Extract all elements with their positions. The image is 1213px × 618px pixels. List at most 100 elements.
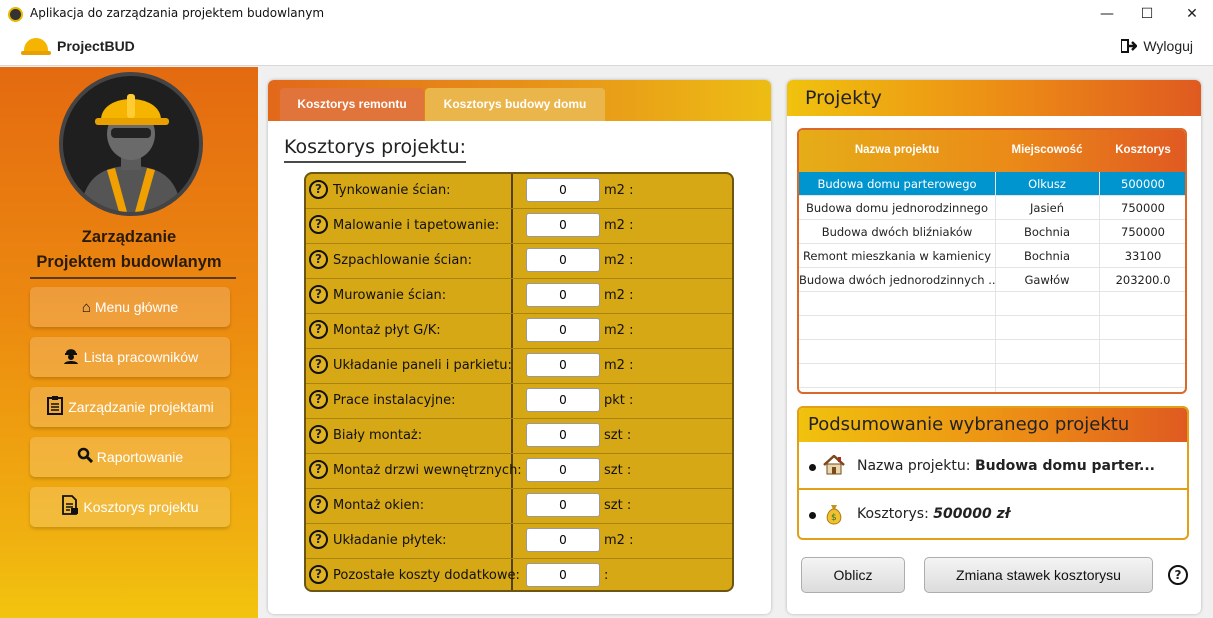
cost-row-input[interactable]: [526, 248, 600, 272]
cost-row-label: Montaż płyt G/K:: [333, 323, 441, 338]
help-icon[interactable]: ?: [309, 215, 328, 234]
summary-title: Podsumowanie wybranego projektu: [808, 414, 1130, 435]
cell-name: Budowa domu parterowego: [817, 177, 977, 191]
sidebar-item-label: Menu główne: [94, 299, 179, 315]
cell-name: Budowa dwóch bliźniaków: [821, 225, 973, 239]
close-button[interactable]: ✕: [1172, 0, 1212, 28]
window-title: Aplikacja do zarządzania projektem budow…: [30, 6, 325, 20]
help-icon[interactable]: ?: [309, 355, 328, 374]
projects-header: Projekty: [787, 80, 1201, 116]
cost-row-input[interactable]: [526, 353, 600, 377]
cost-table: ? Tynkowanie ścian: m2 : ? Malowanie i t…: [304, 172, 734, 592]
bullet-icon: [809, 512, 816, 519]
cost-row: ? Układanie płytek: m2 :: [306, 524, 732, 559]
cost-row-label: Malowanie i tapetowanie:: [333, 218, 500, 233]
projects-card: Projekty Nazwa projektu Miejscowość Kosz…: [787, 80, 1201, 614]
cost-row-label: Układanie paneli i parkietu:: [333, 358, 512, 373]
empty-table-row: [799, 340, 1185, 364]
sidebar-item-label: Raportowanie: [96, 449, 184, 465]
cost-row-input[interactable]: [526, 283, 600, 307]
document-icon: [61, 495, 79, 519]
cost-row-label: Montaż okien:: [333, 498, 425, 513]
summary-name-row: Nazwa projektu: Budowa domu parter...: [799, 444, 1187, 490]
cell-cost: 750000: [1121, 225, 1165, 239]
cell-city: Jasień: [1030, 201, 1064, 215]
help-icon[interactable]: ?: [309, 530, 328, 549]
cost-row-label: Prace instalacyjne:: [333, 393, 456, 408]
money-bag-icon: $: [823, 503, 845, 530]
sidebar-item-kosztorys-projektu[interactable]: Kosztorys projektu: [30, 487, 230, 527]
sidebar-item-label: Lista pracowników: [83, 349, 199, 365]
cell-city: Olkusz: [1028, 177, 1066, 191]
cost-row-input[interactable]: [526, 458, 600, 482]
help-icon[interactable]: ?: [309, 250, 328, 269]
table-row[interactable]: Budowa dwóch bliźniaków Bochnia 750000: [799, 220, 1185, 244]
column-header-city[interactable]: Miejscowość: [995, 144, 1099, 156]
sidebar-item-lista-pracownikow[interactable]: Lista pracowników: [30, 337, 230, 377]
help-icon[interactable]: ?: [309, 425, 328, 444]
cost-row-label: Tynkowanie ścian:: [333, 183, 451, 198]
cost-row-input[interactable]: [526, 318, 600, 342]
help-icon[interactable]: ?: [309, 495, 328, 514]
summary-cost-label: Kosztorys:: [857, 506, 929, 522]
worker-icon: [62, 346, 80, 368]
cost-row-label: Biały montaż:: [333, 428, 423, 443]
cost-row-input[interactable]: [526, 423, 600, 447]
app-icon: [8, 7, 23, 22]
table-row[interactable]: Remont mieszkania w kamienicy Bochnia 33…: [799, 244, 1185, 268]
table-row[interactable]: Budowa domu jednorodzinnego Jasień 75000…: [799, 196, 1185, 220]
help-icon[interactable]: ?: [309, 320, 328, 339]
cost-row-input[interactable]: [526, 528, 600, 552]
empty-table-row: [799, 292, 1185, 316]
column-header-cost[interactable]: Kosztorys: [1099, 144, 1185, 156]
table-row[interactable]: Budowa domu parterowego Olkusz 500000: [799, 172, 1185, 196]
cost-row: ? Murowanie ścian: m2 :: [306, 279, 732, 314]
worker-avatar-icon: [59, 72, 203, 216]
sidebar-heading: Zarządzanie Projektem budowlanym: [18, 225, 240, 275]
house-icon: [823, 454, 845, 480]
cost-row-input[interactable]: [526, 178, 600, 202]
column-separator: [1099, 172, 1100, 392]
logout-icon: [1121, 39, 1138, 53]
cost-row-input[interactable]: [526, 213, 600, 237]
minimize-button[interactable]: —: [1087, 0, 1127, 28]
logout-button[interactable]: Wyloguj: [1121, 38, 1193, 54]
tab-kosztorys-remontu[interactable]: Kosztorys remontu: [280, 88, 424, 121]
cell-city: Gawłów: [1024, 273, 1070, 287]
column-header-name[interactable]: Nazwa projektu: [799, 144, 995, 156]
projects-table-header: Nazwa projektu Miejscowość Kosztorys: [799, 130, 1185, 172]
sidebar-item-menu-glowne[interactable]: ⌂ Menu główne: [30, 287, 230, 327]
bullet-icon: [809, 464, 816, 471]
help-icon[interactable]: ?: [309, 390, 328, 409]
cost-row-input[interactable]: [526, 388, 600, 412]
cost-row-unit: szt :: [604, 463, 632, 478]
cost-row: ? Montaż okien: szt :: [306, 489, 732, 524]
maximize-button[interactable]: ☐: [1127, 0, 1167, 28]
calculate-button[interactable]: Oblicz: [801, 557, 905, 593]
cost-row: ? Malowanie i tapetowanie: m2 :: [306, 209, 732, 244]
cell-cost: 33100: [1124, 249, 1162, 263]
cost-row: ? Układanie paneli i parkietu: m2 :: [306, 349, 732, 384]
table-row[interactable]: Budowa dwóch jednorodzinnych ... Gawłów …: [799, 268, 1185, 292]
help-icon[interactable]: ?: [309, 460, 328, 479]
cost-row-unit: m2 :: [604, 323, 634, 338]
cell-name: Budowa domu jednorodzinnego: [805, 201, 989, 215]
sidebar-item-zarzadzanie-projektami[interactable]: Zarządzanie projektami: [30, 387, 230, 427]
cost-row-input[interactable]: [526, 563, 600, 587]
cost-row-input[interactable]: [526, 493, 600, 517]
tab-kosztorys-budowy-domu[interactable]: Kosztorys budowy domu: [425, 88, 605, 121]
help-icon[interactable]: ?: [309, 565, 328, 584]
sidebar-item-raportowanie[interactable]: Raportowanie: [30, 437, 230, 477]
svg-text:$: $: [831, 513, 837, 523]
help-icon[interactable]: ?: [309, 180, 328, 199]
change-rates-button[interactable]: Zmiana stawek kosztorysu: [924, 557, 1153, 593]
cost-row-unit: szt :: [604, 428, 632, 443]
column-separator: [995, 172, 996, 392]
cell-name: Budowa dwóch jednorodzinnych ...: [799, 273, 995, 287]
helmet-logo-icon: [21, 38, 51, 55]
sidebar-heading-line2: Projektem budowlanym: [36, 253, 222, 271]
help-icon[interactable]: ?: [1168, 565, 1188, 585]
help-icon[interactable]: ?: [309, 285, 328, 304]
menubar: ProjectBUD Wyloguj: [0, 28, 1213, 66]
cell-cost: 203200.0: [1115, 273, 1171, 287]
